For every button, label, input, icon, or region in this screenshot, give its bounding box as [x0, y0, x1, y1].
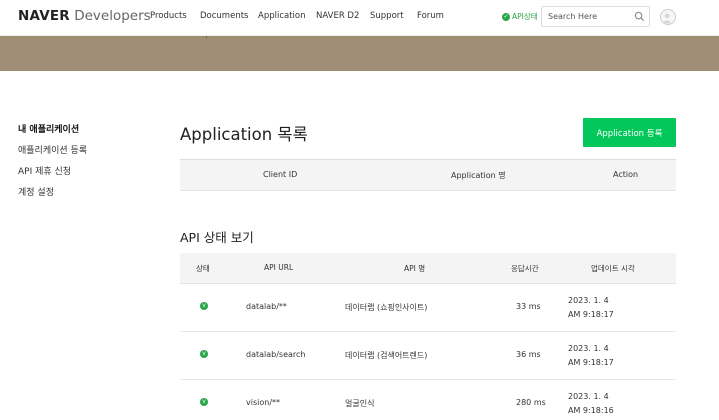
nav-application[interactable]: Application	[258, 11, 306, 21]
status-ok-icon: v	[200, 398, 208, 406]
nav-naver-d2[interactable]: NAVER D2	[316, 11, 359, 21]
update-time: 2023. 1. 4 AM 9:18:17	[568, 294, 614, 322]
api-status-table: 상태 API URL API 명 응답시간 업데이트 시각 v datalab/…	[180, 253, 676, 420]
api-status-label: API상태	[512, 12, 538, 21]
update-date: 2023. 1. 4	[568, 392, 609, 401]
api-status-title: API 상태 보기	[180, 230, 254, 245]
api-status-link[interactable]: ✓ API상태	[502, 11, 538, 22]
table-row: v datalab/** 데이터랩 (쇼핑인사이트) 33 ms 2023. 1…	[180, 284, 676, 332]
page-banner	[0, 36, 719, 71]
update-clock: AM 9:18:17	[568, 310, 614, 319]
banner-decoration	[206, 36, 210, 38]
update-date: 2023. 1. 4	[568, 344, 609, 353]
api-url: datalab/**	[246, 302, 287, 311]
update-time: 2023. 1. 4 AM 9:18:16	[568, 390, 614, 418]
api-url: vision/**	[246, 398, 281, 407]
column-response-time: 응답시간	[511, 264, 539, 273]
status-ok-icon: v	[200, 350, 208, 358]
table-row: v vision/** 얼굴인식 280 ms 2023. 1. 4 AM 9:…	[180, 380, 676, 420]
application-table-header: Client ID Application 명 Action	[180, 160, 676, 191]
sidebar-item-account-settings[interactable]: 계정 설정	[18, 185, 87, 206]
update-date: 2023. 1. 4	[568, 296, 609, 305]
nav-forum[interactable]: Forum	[417, 11, 444, 21]
column-status: 상태	[196, 264, 210, 273]
sidebar: 내 애플리케이션 애플리케이션 등록 API 제휴 신청 계정 설정	[18, 122, 87, 206]
column-api-name: API 명	[404, 264, 426, 273]
update-time: 2023. 1. 4 AM 9:18:17	[568, 342, 614, 370]
naver-developers-logo[interactable]: NAVER Developers	[18, 8, 151, 24]
table-row: v datalab/search 데이터랩 (검색어트렌드) 36 ms 202…	[180, 332, 676, 380]
sidebar-item-api-partnership[interactable]: API 제휴 신청	[18, 164, 87, 185]
search-icon[interactable]	[634, 11, 645, 22]
column-update-time: 업데이트 시각	[591, 264, 635, 273]
column-application-name: Application 명	[451, 171, 506, 180]
api-url: datalab/search	[246, 350, 306, 359]
nav-products[interactable]: Products	[150, 11, 187, 21]
api-name: 데이터랩 (쇼핑인사이트)	[345, 303, 428, 312]
status-ok-icon: v	[200, 302, 208, 310]
search-input[interactable]	[542, 7, 632, 26]
sidebar-item-my-applications[interactable]: 내 애플리케이션	[18, 122, 87, 143]
api-name: 얼굴인식	[345, 399, 375, 408]
sidebar-item-register-application[interactable]: 애플리케이션 등록	[18, 143, 87, 164]
user-avatar-icon[interactable]	[660, 9, 676, 25]
api-table-header: 상태 API URL API 명 응답시간 업데이트 시각	[180, 253, 676, 284]
update-clock: AM 9:18:17	[568, 358, 614, 367]
column-client-id: Client ID	[263, 170, 298, 179]
update-clock: AM 9:18:16	[568, 406, 614, 415]
logo-product: Developers	[74, 8, 151, 24]
check-icon: ✓	[502, 12, 510, 21]
nav-documents[interactable]: Documents	[200, 11, 248, 21]
page-title: Application 목록	[180, 125, 308, 144]
api-name: 데이터랩 (검색어트렌드)	[345, 351, 428, 360]
column-api-url: API URL	[264, 263, 294, 272]
column-action: Action	[613, 170, 639, 179]
response-time: 33 ms	[516, 302, 541, 311]
register-application-button[interactable]: Application 등록	[583, 118, 676, 147]
nav-support[interactable]: Support	[370, 11, 404, 21]
response-time: 36 ms	[516, 350, 541, 359]
top-header: NAVER Developers Products Documents Appl…	[0, 0, 719, 36]
search-box	[541, 6, 650, 27]
response-time: 280 ms	[516, 398, 546, 407]
logo-brand: NAVER	[18, 8, 70, 24]
